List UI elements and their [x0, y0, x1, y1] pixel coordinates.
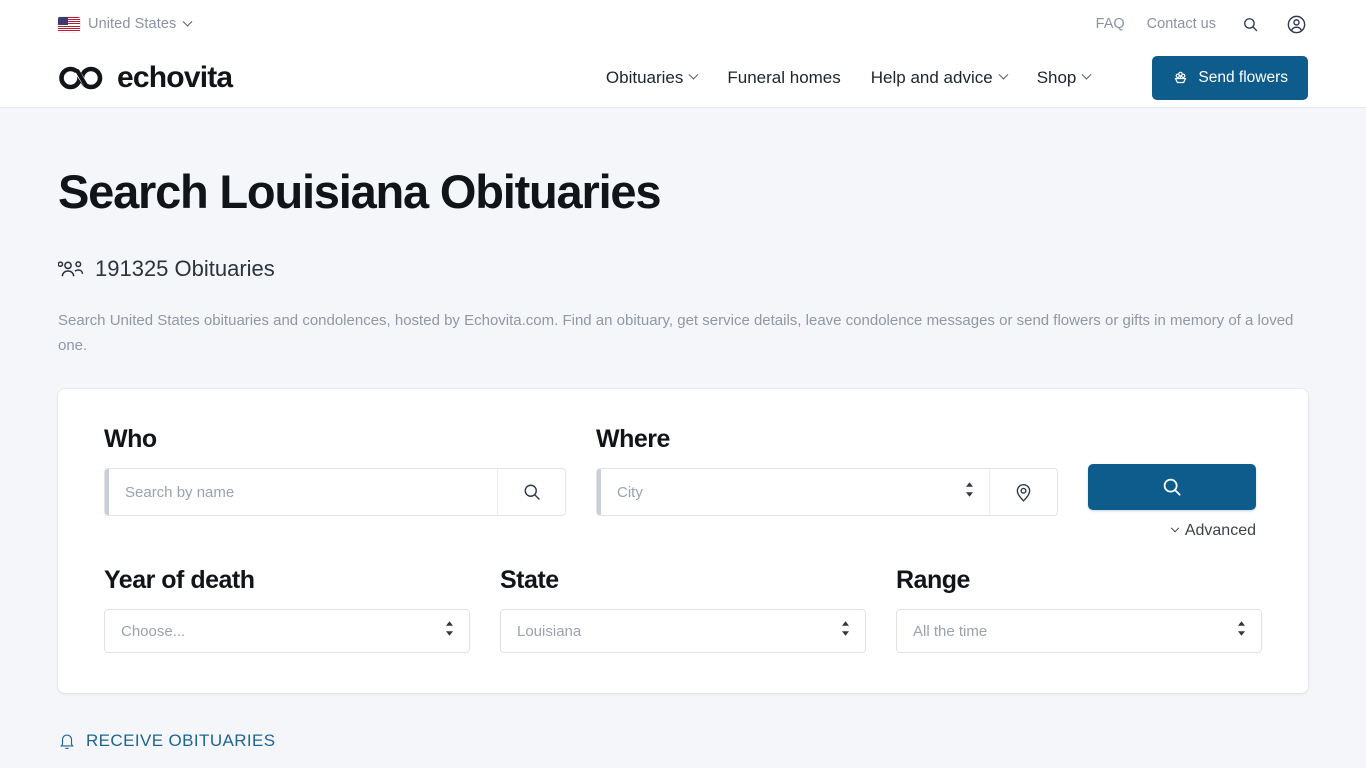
nav-item-funeral-homes[interactable]: Funeral homes: [727, 68, 840, 88]
chevron-down-icon: [182, 16, 193, 27]
chevron-down-icon: [1081, 69, 1092, 80]
state-group: State Louisiana: [500, 566, 866, 654]
map-pin-icon: [1016, 483, 1031, 502]
nav-label: Obituaries: [605, 67, 684, 87]
search-icon: [524, 484, 540, 501]
receive-obituaries-link[interactable]: RECEIVE OBITUARIES: [58, 731, 1308, 751]
receive-obituaries-label: RECEIVE OBITUARIES: [86, 731, 276, 751]
account-circle-icon[interactable]: [1284, 12, 1308, 36]
us-flag-icon: [58, 16, 80, 32]
advanced-label: Advanced: [1184, 522, 1256, 540]
name-search-button[interactable]: [497, 469, 565, 516]
year-select-wrapper: Choose...: [105, 621, 469, 640]
nav-items: Obituaries Funeral homes Help and advice…: [605, 55, 1308, 100]
chevron-down-icon: [998, 69, 1009, 80]
brand-name: echovita: [117, 60, 233, 94]
nav-label: Funeral homes: [727, 67, 841, 87]
advanced-toggle[interactable]: Advanced: [1088, 522, 1256, 540]
state-select[interactable]: Louisiana: [501, 622, 865, 640]
obituary-count: 191325 Obituaries: [58, 256, 1308, 282]
state-select-wrapper: Louisiana: [501, 621, 865, 640]
year-of-death-selectbox: Choose...: [104, 609, 470, 654]
nav-item-help-and-advice[interactable]: Help and advice: [870, 67, 1009, 88]
who-field-group: Who: [104, 425, 566, 517]
search-submit-button[interactable]: [1088, 464, 1256, 511]
flower-bouquet-icon: [1174, 71, 1187, 84]
search-advanced-row: Year of death Choose... State Louisiana …: [104, 566, 1262, 654]
infinity-logo-icon: [59, 66, 103, 89]
nav-label: Shop: [1036, 67, 1077, 87]
where-label: Where: [596, 425, 670, 454]
search-icon[interactable]: [1238, 12, 1262, 36]
where-field-group: Where City: [596, 425, 1058, 517]
range-select[interactable]: All the time: [897, 622, 1261, 640]
nav-item-obituaries[interactable]: Obituaries: [605, 67, 699, 88]
search-icon: [1163, 478, 1181, 497]
nav-label: Help and advice: [870, 67, 993, 87]
country-selector[interactable]: United States: [58, 16, 193, 32]
faq-link[interactable]: FAQ: [1096, 16, 1125, 32]
send-flowers-label: Send flowers: [1198, 68, 1288, 86]
where-input-group: City: [596, 468, 1058, 517]
nav-item-shop[interactable]: Shop: [1036, 67, 1092, 88]
contact-us-link[interactable]: Contact us: [1147, 16, 1216, 32]
send-flowers-button[interactable]: Send flowers: [1152, 55, 1308, 100]
range-selectbox: All the time: [896, 609, 1262, 654]
who-input-group: [104, 468, 566, 517]
range-group: Range All the time: [896, 566, 1262, 654]
page-description: Search United States obituaries and cond…: [58, 311, 1294, 355]
brand-logo[interactable]: echovita: [58, 60, 233, 95]
chevron-down-icon: [688, 69, 699, 80]
utility-bar: United States FAQ Contact us: [0, 0, 1366, 48]
people-group-icon: [58, 260, 84, 276]
range-select-wrapper: All the time: [897, 621, 1261, 640]
search-primary-row: Who Where City: [104, 425, 1262, 540]
page-title: Search Louisiana Obituaries: [58, 165, 662, 218]
year-of-death-group: Year of death Choose...: [104, 566, 470, 654]
chevron-down-icon: [1170, 524, 1180, 533]
range-label: Range: [896, 566, 970, 595]
search-submit-group: Advanced: [1088, 425, 1256, 540]
search-name-input[interactable]: [109, 469, 497, 516]
bell-icon: [60, 734, 74, 750]
year-of-death-select[interactable]: Choose...: [105, 622, 469, 640]
state-selectbox: Louisiana: [500, 609, 866, 654]
main-navigation: echovita Obituaries Funeral homes Help a…: [0, 48, 1366, 108]
utility-links: FAQ Contact us: [1096, 12, 1308, 36]
who-label: Who: [104, 425, 157, 454]
state-label: State: [500, 566, 559, 595]
country-label: United States: [88, 16, 177, 32]
year-of-death-label: Year of death: [104, 566, 255, 595]
search-panel: Who Where City: [58, 389, 1308, 694]
city-select[interactable]: City: [601, 469, 989, 516]
obituary-count-text: 191325 Obituaries: [95, 255, 275, 281]
page-content: Search Louisiana Obituaries 191325 Obitu…: [0, 166, 1366, 768]
city-select-wrapper: City: [601, 469, 989, 516]
use-my-location-button[interactable]: [989, 469, 1057, 516]
